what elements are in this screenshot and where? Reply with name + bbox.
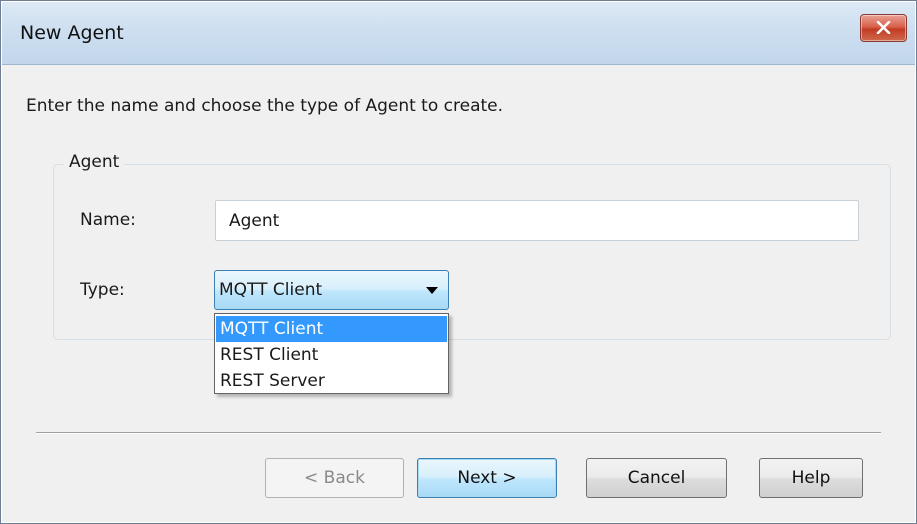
footer-separator (36, 432, 881, 434)
window-title: New Agent (20, 22, 124, 44)
name-field[interactable] (215, 200, 859, 241)
chevron-down-icon (426, 287, 438, 294)
type-dropdown[interactable]: MQTT Client (214, 270, 449, 310)
instruction-text: Enter the name and choose the type of Ag… (26, 96, 504, 116)
type-dropdown-list: MQTT Client REST Client REST Server (214, 313, 449, 394)
help-button[interactable]: Help (759, 458, 863, 498)
close-button[interactable] (860, 14, 907, 42)
new-agent-dialog: New Agent Enter the name and choose the … (0, 0, 917, 524)
close-icon (876, 21, 891, 34)
back-button[interactable]: < Back (265, 458, 404, 498)
name-label: Name: (80, 210, 136, 230)
type-option-mqtt-client[interactable]: MQTT Client (216, 316, 447, 342)
next-button[interactable]: Next > (417, 458, 557, 498)
title-bar[interactable]: New Agent (2, 2, 915, 65)
type-option-rest-server[interactable]: REST Server (216, 368, 447, 394)
agent-groupbox (53, 164, 891, 340)
cancel-button[interactable]: Cancel (586, 458, 727, 498)
type-option-rest-client[interactable]: REST Client (216, 342, 447, 368)
type-selected-value: MQTT Client (219, 280, 323, 300)
agent-group-label: Agent (64, 152, 125, 172)
type-label: Type: (80, 280, 125, 300)
